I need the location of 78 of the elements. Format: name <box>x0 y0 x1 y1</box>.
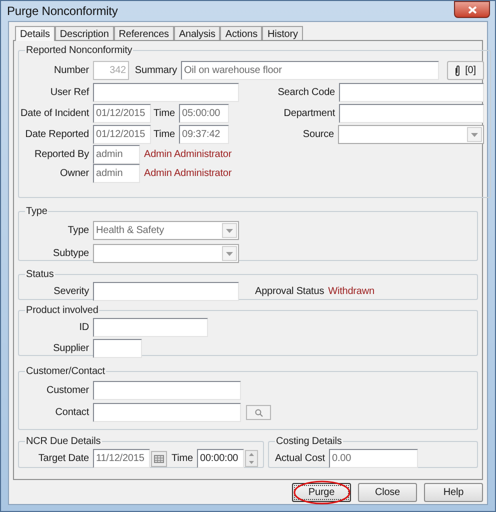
field-label: Date Reported <box>24 128 90 142</box>
field-label: Time <box>152 128 176 142</box>
dropdown-field[interactable]: Health & Safety <box>93 221 239 240</box>
input-field[interactable]: 0.00 <box>329 449 418 468</box>
dropdown-field[interactable] <box>93 244 239 263</box>
field-label: Time <box>170 452 194 466</box>
dialog-button[interactable]: Purge <box>292 483 351 502</box>
group-title: Product involved <box>25 304 100 318</box>
search-button[interactable] <box>246 405 271 420</box>
approval-status-value: Withdrawn <box>328 285 374 299</box>
field-label: Actual Cost <box>274 452 326 466</box>
user-full-name: Admin Administrator <box>144 148 232 162</box>
window-title: Purge Nonconformity <box>7 3 118 20</box>
input-field[interactable]: Oil on warehouse floor <box>181 61 439 80</box>
close-icon <box>468 6 476 14</box>
group-title: Reported Nonconformity <box>25 44 134 58</box>
input-field[interactable]: 01/12/2015 <box>93 104 151 123</box>
input-field[interactable] <box>93 318 208 337</box>
attachment-button[interactable]: [0] <box>447 61 484 80</box>
time-spinner[interactable] <box>245 450 258 467</box>
input-field[interactable] <box>93 381 241 400</box>
field-label: Supplier <box>52 342 90 356</box>
input-field[interactable] <box>93 83 239 102</box>
field-label: Contact <box>54 406 90 420</box>
group-title: Customer/Contact <box>25 365 106 379</box>
input-field[interactable]: 00:00:00 <box>197 449 244 468</box>
field-label: Subtype <box>52 247 90 261</box>
close-button[interactable] <box>454 1 490 18</box>
field-label: ID <box>78 321 90 335</box>
tab[interactable]: References <box>114 26 174 40</box>
input-field[interactable] <box>93 403 241 422</box>
dropdown-field[interactable] <box>338 125 484 144</box>
search-icon <box>254 408 262 416</box>
input-field[interactable] <box>339 83 484 102</box>
tab[interactable]: History <box>262 26 303 40</box>
field-label: Summary <box>134 64 178 78</box>
field-label: Date of Incident <box>20 107 90 121</box>
dropdown-arrow-icon <box>471 132 478 136</box>
calendar-button[interactable] <box>151 450 167 466</box>
tab[interactable]: Analysis <box>174 26 220 40</box>
down-arrow-icon <box>249 460 254 464</box>
input-field[interactable]: admin <box>93 145 140 164</box>
tab[interactable]: Description <box>54 26 114 40</box>
input-field[interactable]: 11/12/2015 <box>93 449 150 468</box>
field-label: Number <box>53 64 90 78</box>
dropdown-arrow-icon <box>226 228 233 232</box>
group-title: Costing Details <box>275 435 343 449</box>
field-label: Department <box>282 107 336 121</box>
user-full-name: Admin Administrator <box>144 167 232 181</box>
field-label: Source <box>302 128 335 142</box>
field-label: User Ref <box>49 86 90 100</box>
input-field[interactable] <box>93 339 142 358</box>
dialog-button[interactable]: Close <box>358 483 417 502</box>
input-field[interactable]: 01/12/2015 <box>93 125 151 144</box>
paperclip-icon <box>455 65 460 76</box>
field-label: Severity <box>52 285 90 299</box>
input-field[interactable] <box>339 104 484 123</box>
field-label: Search Code <box>276 86 336 100</box>
group-title: NCR Due Details <box>25 435 102 449</box>
dropdown-arrow-icon <box>226 252 233 256</box>
calendar-icon <box>154 454 164 462</box>
field-label: Approval Status <box>255 285 324 299</box>
field-label: Target Date <box>37 452 90 466</box>
group-title: Status <box>25 268 55 282</box>
dialog-button[interactable]: Help <box>424 483 483 502</box>
group-title: Type <box>25 205 48 219</box>
field-label: Reported By <box>34 148 90 162</box>
up-arrow-icon <box>249 453 254 456</box>
tab[interactable]: Details <box>15 26 55 41</box>
input-field[interactable] <box>93 282 239 301</box>
input-field[interactable]: admin <box>93 164 140 183</box>
input-field[interactable]: 09:37:42 <box>179 125 229 144</box>
field-label: Time <box>152 107 176 121</box>
field-label: Customer <box>45 384 90 398</box>
input-field[interactable]: 05:00:00 <box>179 104 229 123</box>
field-label: Type <box>66 224 90 238</box>
tab[interactable]: Actions <box>220 26 262 40</box>
field-label: Owner <box>59 167 90 181</box>
